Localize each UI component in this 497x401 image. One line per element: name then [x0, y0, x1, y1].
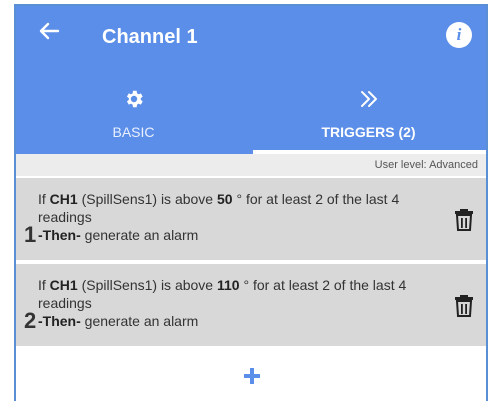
- trigger-description: If CH1 (SpillSens1) is above 50 ° for at…: [38, 191, 400, 243]
- trigger-row[interactable]: 1 If CH1 (SpillSens1) is above 50 ° for …: [16, 178, 486, 260]
- tab-triggers-label: TRIGGERS (2): [321, 124, 416, 140]
- delete-trash-icon[interactable]: [454, 208, 474, 237]
- trigger-row[interactable]: 2 If CH1 (SpillSens1) is above 110 ° for…: [16, 264, 486, 346]
- trigger-number: 2: [24, 308, 37, 333]
- delete-trash-icon[interactable]: [454, 294, 474, 323]
- trigger-threshold: 50: [216, 191, 233, 207]
- info-icon[interactable]: i: [446, 22, 472, 48]
- add-trigger-plus-icon[interactable]: [244, 368, 260, 384]
- user-level-bar: User level: Advanced: [16, 154, 486, 176]
- app-window: Channel 1 i BASIC TRIGGERS (2) User leve…: [14, 4, 488, 401]
- add-trigger-area: [16, 350, 486, 401]
- user-level-text: User level: Advanced: [374, 159, 478, 171]
- app-bar: Channel 1 i BASIC TRIGGERS (2): [16, 6, 486, 154]
- tab-basic[interactable]: BASIC: [16, 82, 251, 154]
- trigger-channel: CH1: [49, 191, 78, 207]
- tab-triggers[interactable]: TRIGGERS (2): [251, 82, 486, 154]
- double-chevron-right-icon: [358, 88, 380, 115]
- trigger-threshold: 110: [216, 277, 240, 293]
- gear-icon: [123, 88, 145, 115]
- trigger-description: If CH1 (SpillSens1) is above 110 ° for a…: [38, 277, 407, 329]
- back-arrow-icon[interactable]: [38, 20, 68, 50]
- tab-basic-label: BASIC: [112, 124, 155, 140]
- trigger-channel: CH1: [49, 277, 78, 293]
- page-title: Channel 1: [102, 26, 198, 48]
- trigger-number: 1: [24, 222, 37, 247]
